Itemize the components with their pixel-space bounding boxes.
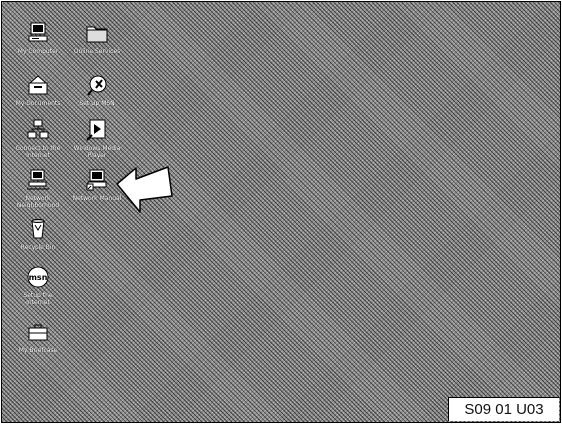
- desktop-icon-label: Online Services: [73, 48, 121, 55]
- desktop-icon-label: Windows Media Player: [73, 145, 121, 159]
- network-neighborhood-icon: [27, 169, 49, 190]
- desktop-icon-label: Setup the Internet: [23, 292, 53, 306]
- msn-logo-icon: msn: [27, 266, 49, 288]
- briefcase-icon: [28, 324, 48, 341]
- connect-internet-desktop-icon[interactable]: Connect to the Internet: [13, 118, 63, 164]
- pointing-arrow-icon: [116, 166, 173, 213]
- my-computer-desktop-icon[interactable]: My Computer: [13, 21, 63, 67]
- network-neighborhood-desktop-icon[interactable]: Network Neighborhood: [13, 168, 63, 214]
- desktop-screen: My Computer Online Services My Documents…: [1, 1, 561, 423]
- desktop-icon-label: Connect to the Internet: [15, 145, 61, 159]
- desktop-icon-label: My Computer: [17, 48, 59, 55]
- my-documents-desktop-icon[interactable]: My Documents: [13, 73, 63, 119]
- desktop-icon-label: My Documents: [15, 100, 61, 107]
- desktop-icon-label: Recycle Bin: [20, 244, 56, 251]
- online-services-desktop-icon[interactable]: Online Services: [72, 21, 122, 67]
- svg-text:msn: msn: [29, 273, 48, 282]
- my-briefcase-desktop-icon[interactable]: My Briefcase: [13, 320, 63, 366]
- computer-icon: [28, 22, 48, 42]
- media-player-icon: [86, 119, 106, 141]
- documents-folder-icon: [28, 75, 48, 95]
- network-shortcut-icon: [86, 169, 107, 191]
- recycle-bin-icon: [31, 219, 45, 239]
- folder-icon: [86, 26, 108, 43]
- msn-butterfly-icon: [87, 75, 107, 96]
- msn-desktop-icon[interactable]: msn Setup the Internet: [13, 265, 63, 311]
- recycle-bin-desktop-icon[interactable]: Recycle Bin: [13, 217, 63, 263]
- figure-stamp: S09 01 U03: [448, 397, 559, 421]
- desktop-icon-label: Network Neighborhood: [16, 195, 60, 209]
- setup-msn-desktop-icon[interactable]: Set Up MSN: [72, 73, 122, 119]
- windows-media-player-desktop-icon[interactable]: Windows Media Player: [72, 118, 122, 164]
- network-computers-icon: [27, 119, 49, 139]
- desktop-icon-label: Set Up MSN: [79, 100, 115, 107]
- desktop-icon-label: My Briefcase: [18, 347, 58, 354]
